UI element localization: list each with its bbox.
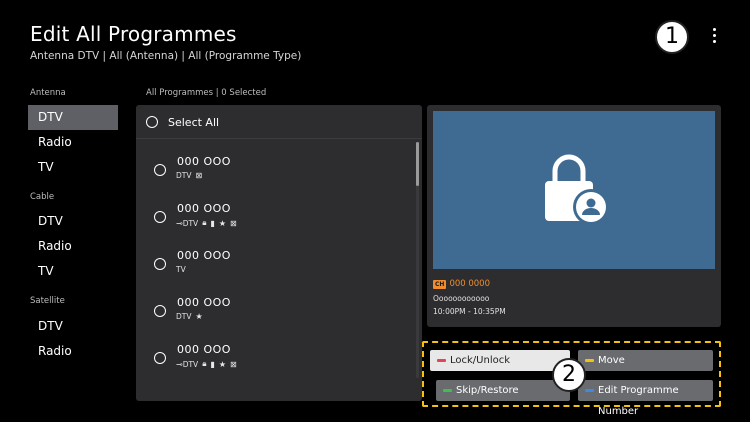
channel-badge: CH: [433, 279, 447, 289]
programme-name: 000 OOO: [177, 249, 231, 262]
sidebar-item-antenna-tv[interactable]: TV: [28, 155, 118, 180]
programme-name: 000 OOO: [177, 296, 231, 309]
sidebar-section-cable: Cable: [30, 192, 55, 202]
programme-meta: ⊸ DTV 🔒︎ ▮ ★ ⊠: [176, 218, 237, 228]
table-row[interactable]: 000 OOO TV: [154, 247, 394, 281]
programme-time: 10:00PM - 10:35PM: [433, 307, 506, 316]
edit-programme-number-button[interactable]: Edit Programme Number: [578, 380, 713, 417]
lock-icon: 🔒︎: [202, 218, 207, 227]
list-divider: [136, 138, 422, 139]
sidebar-section-antenna: Antenna: [30, 88, 66, 98]
skip-restore-button[interactable]: Skip/Restore: [436, 380, 570, 401]
select-all-checkbox[interactable]: Select All: [146, 113, 219, 131]
row-radio[interactable]: [154, 258, 166, 270]
sidebar-item-satellite-dtv[interactable]: DTV: [28, 314, 118, 339]
table-row[interactable]: 000 OOO DTV ⊠: [154, 153, 394, 187]
programme-list: Select All 000 OOO DTV ⊠ 000 OOO ⊸ DTV 🔒…: [136, 105, 422, 401]
programme-type: TV: [176, 265, 186, 274]
bookmark-icon: ▮: [210, 359, 215, 369]
page-title: Edit All Programmes: [30, 22, 237, 46]
scroll-thumb[interactable]: [416, 142, 419, 186]
callout-1: 1: [655, 20, 689, 54]
antenna-arrow-icon: ⊸: [176, 218, 183, 228]
select-all-radio[interactable]: [146, 116, 158, 128]
move-label: Move: [598, 355, 625, 366]
star-icon: ★: [195, 312, 203, 321]
yellow-key-icon: [585, 359, 594, 362]
row-radio[interactable]: [154, 305, 166, 317]
programme-meta: DTV ★: [176, 312, 203, 321]
list-header: All Programmes | 0 Selected: [146, 88, 267, 98]
sidebar-item-cable-tv[interactable]: TV: [28, 259, 118, 284]
programme-type: DTV: [176, 312, 192, 321]
preview-panel: CH 000 0000 Oooooooooooo 10:00PM - 10:35…: [427, 105, 721, 327]
lock-icon: 🔒︎: [202, 359, 207, 368]
antenna-arrow-icon: ⊸: [176, 359, 183, 369]
star-icon: ★: [218, 359, 227, 369]
programme-name: 000 OOO: [177, 155, 231, 168]
sidebar-item-cable-radio[interactable]: Radio: [28, 234, 118, 259]
bookmark-icon: ▮: [210, 218, 215, 228]
lock-unlock-button[interactable]: Lock/Unlock: [430, 350, 570, 371]
channel-info: CH 000 0000: [433, 279, 490, 289]
sidebar-item-antenna-dtv[interactable]: DTV: [28, 105, 118, 130]
sidebar-item-satellite-radio[interactable]: Radio: [28, 339, 118, 364]
red-key-icon: [437, 359, 446, 362]
row-radio[interactable]: [154, 164, 166, 176]
lock-unlock-label: Lock/Unlock: [450, 355, 511, 366]
move-button[interactable]: Move: [578, 350, 713, 371]
programme-type: DTV: [182, 359, 199, 369]
row-radio[interactable]: [154, 211, 166, 223]
channel-number: 000 0000: [449, 279, 490, 289]
table-row[interactable]: 000 OOO ⊸ DTV 🔒︎ ▮ ★ ⊠: [154, 200, 394, 234]
skip-restore-label: Skip/Restore: [456, 385, 519, 396]
programme-type: DTV: [182, 218, 199, 228]
page-subtitle: Antenna DTV | All (Antenna) | All (Progr…: [30, 50, 302, 62]
programme-name: 000 OOO: [177, 343, 231, 356]
row-radio[interactable]: [154, 352, 166, 364]
box-x-icon: ⊠: [230, 359, 237, 369]
green-key-icon: [443, 389, 452, 392]
sidebar-section-satellite: Satellite: [30, 296, 65, 306]
star-icon: ★: [218, 218, 227, 228]
programme-meta: ⊸ DTV 🔒︎ ▮ ★ ⊠: [176, 359, 237, 369]
programme-name: 000 OOO: [177, 202, 231, 215]
table-row[interactable]: 000 OOO ⊸ DTV 🔒︎ ▮ ★ ⊠: [154, 341, 394, 375]
blue-key-icon: [585, 389, 594, 392]
programme-meta: TV: [176, 265, 186, 274]
programme-type: DTV: [176, 171, 192, 180]
more-options-icon[interactable]: [708, 26, 722, 46]
box-x-icon: ⊠: [230, 218, 237, 228]
select-all-label: Select All: [168, 115, 220, 129]
sidebar-item-antenna-radio[interactable]: Radio: [28, 130, 118, 155]
programme-title: Oooooooooooo: [433, 294, 490, 303]
box-x-icon: ⊠: [195, 171, 203, 180]
preview-screen: [433, 111, 715, 269]
sidebar-item-cable-dtv[interactable]: DTV: [28, 209, 118, 234]
programme-meta: DTV ⊠: [176, 171, 202, 180]
callout-2: 2: [552, 358, 586, 392]
parental-lock-icon: [545, 154, 609, 225]
table-row[interactable]: 000 OOO DTV ★: [154, 294, 394, 328]
